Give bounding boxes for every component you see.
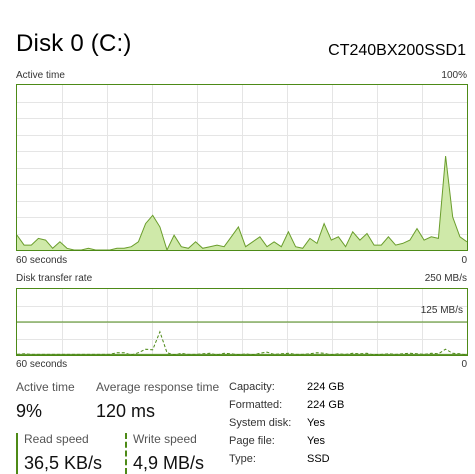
read-speed-value: 36,5 KB/s <box>24 453 103 473</box>
active-time-chart-label: Active time <box>16 70 65 81</box>
read-speed-label: Read speed <box>24 432 89 446</box>
transfer-rate-max-label: 250 MB/s <box>424 273 467 284</box>
active-time-label: Active time <box>16 380 75 394</box>
avg-response-value: 120 ms <box>96 401 156 421</box>
read-speed-indicator <box>16 433 18 474</box>
system-disk-value: Yes <box>307 417 325 429</box>
transfer-rate-chart: 125 MB/s <box>16 288 468 356</box>
capacity-value: 224 GB <box>307 381 345 393</box>
transfer-rate-mid-label: 125 MB/s <box>420 305 463 316</box>
page-title: Disk 0 (C:) <box>16 30 132 57</box>
active-time-max-label: 100% <box>441 70 467 81</box>
active-time-plot <box>17 85 467 250</box>
disk-model: CT240BX200SSD1 <box>328 42 466 59</box>
page-file-label: Page file: <box>229 435 275 447</box>
active-time-chart <box>16 84 468 251</box>
transfer-rate-plot <box>17 289 467 355</box>
active-time-duration-label: 60 seconds <box>16 255 68 266</box>
formatted-value: 224 GB <box>307 399 345 411</box>
active-time-value: 9% <box>16 401 43 421</box>
transfer-rate-duration-label: 60 seconds <box>16 359 68 370</box>
formatted-label: Formatted: <box>229 399 283 411</box>
page-file-value: Yes <box>307 435 325 447</box>
write-speed-indicator <box>125 433 127 474</box>
transfer-rate-min-label: 0 <box>461 359 467 370</box>
avg-response-label: Average response time <box>96 380 220 394</box>
write-speed-value: 4,9 MB/s <box>133 453 205 473</box>
active-time-grid <box>17 85 467 250</box>
write-speed-label: Write speed <box>133 432 197 446</box>
transfer-rate-chart-label: Disk transfer rate <box>16 273 93 284</box>
active-time-min-label: 0 <box>461 255 467 266</box>
capacity-label: Capacity: <box>229 381 275 393</box>
type-value: SSD <box>307 453 330 465</box>
type-label: Type: <box>229 453 256 465</box>
system-disk-label: System disk: <box>229 417 292 429</box>
